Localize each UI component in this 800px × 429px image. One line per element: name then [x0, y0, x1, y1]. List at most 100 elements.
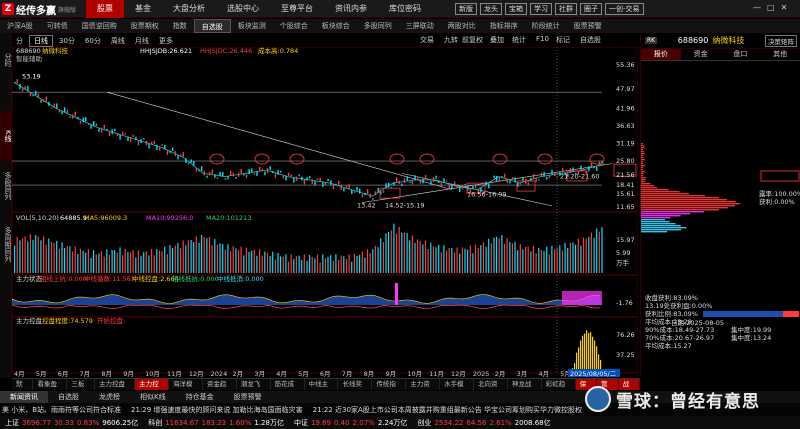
- chart-tool-item[interactable]: F10: [536, 35, 549, 43]
- candle: [198, 169, 200, 172]
- sub-nav-tab[interactable]: 指标排序: [483, 19, 525, 33]
- sub-nav-tab[interactable]: 自选股: [193, 19, 231, 33]
- right-panel-tab[interactable]: 报价: [641, 49, 681, 61]
- index-quote[interactable]: 上证 3696.77 30.33 0.83% 9606.25亿: [0, 418, 143, 428]
- sub-nav-tab[interactable]: 股票期权: [124, 19, 166, 33]
- chart-tool-item[interactable]: 交易: [420, 35, 434, 45]
- chart-tool-item[interactable]: 统计: [512, 35, 526, 45]
- ticker-item[interactable]: 21:29 增强速度最快的顾问来说 加勒比海岛国面临灾害: [131, 405, 303, 415]
- candle: [293, 177, 295, 183]
- top-tool-button[interactable]: 新版: [455, 3, 477, 15]
- sub-nav-tab[interactable]: 板块综合: [315, 19, 357, 33]
- right-panel-tab[interactable]: 其他: [760, 49, 800, 61]
- top-tool-button[interactable]: 龙头: [480, 3, 502, 15]
- top-tool-button[interactable]: 圈子: [580, 3, 602, 15]
- volume-bar: [269, 256, 271, 273]
- indicator-tab[interactable]: 筋花成桶: [271, 379, 305, 399]
- right-panel-tab[interactable]: 盘口: [720, 49, 761, 61]
- indicator-tab[interactable]: 潮龙飞天: [237, 379, 271, 399]
- period-button[interactable]: 日线: [29, 34, 53, 47]
- sub-nav-tab[interactable]: 可转债: [40, 19, 75, 33]
- left-strip-item[interactable]: 多股同列: [0, 161, 12, 211]
- volume-bar: [203, 237, 205, 273]
- indicator-tab[interactable]: 资金趋势: [203, 379, 237, 399]
- indicator-tab[interactable]: 神龙战法: [508, 379, 542, 399]
- indicator-tab[interactable]: 主力资金: [406, 379, 441, 399]
- main-nav-item[interactable]: 至尊平台: [270, 0, 324, 18]
- main-nav-item[interactable]: 大盘分析: [162, 0, 216, 18]
- indicator-tab[interactable]: 主力控盘: [135, 379, 169, 399]
- top-tool-button[interactable]: 宝箱: [505, 3, 527, 15]
- volume-bar: [380, 238, 382, 273]
- kline-chart[interactable]: 688690 纳微科技智能辅助 HHJSJDB:26.621 HHJSJDC:26.4…: [12, 47, 638, 377]
- app-logo[interactable]: Z 经传多赢 旗舰版: [2, 2, 76, 17]
- period-button[interactable]: 更多: [155, 36, 177, 46]
- left-strip-item[interactable]: 分时: [0, 35, 12, 85]
- info-tab[interactable]: 新闻资讯: [0, 391, 48, 403]
- sub-nav-tab[interactable]: 指数: [166, 19, 194, 33]
- right-panel-tab[interactable]: 资金: [680, 49, 721, 61]
- sub-nav-tab[interactable]: 三屏联动: [399, 19, 441, 33]
- decision-matrix-button[interactable]: 决策矩阵: [765, 34, 797, 47]
- close-icon[interactable]: ✕: [781, 3, 788, 12]
- info-tab[interactable]: 自选股: [48, 391, 89, 403]
- volume-bar: [561, 250, 564, 273]
- main-nav-item[interactable]: 选股中心: [216, 0, 270, 18]
- indicator-tab[interactable]: 长线奖入: [338, 379, 373, 399]
- sub-nav-tab[interactable]: 个股综合: [273, 19, 315, 33]
- main-nav-item[interactable]: 基金: [124, 0, 162, 18]
- info-tab[interactable]: 持仓基金: [176, 391, 224, 403]
- period-button[interactable]: 月线: [131, 36, 153, 46]
- chart-tool-item[interactable]: 标记: [556, 35, 570, 45]
- index-label: 中证: [293, 418, 308, 427]
- info-tab[interactable]: 龙虎榜: [89, 391, 130, 403]
- sub-nav-tab[interactable]: 多股同列: [357, 19, 399, 33]
- indicator-tab[interactable]: 看象盈游: [33, 379, 68, 399]
- index-quote[interactable]: 科创 11634.67 183.23 1.60% 1.28万亿: [143, 418, 289, 428]
- period-button[interactable]: 分: [12, 36, 27, 46]
- sub-nav-tab[interactable]: 两股对比: [441, 19, 483, 33]
- chart-tool-item[interactable]: 自选股: [580, 35, 601, 45]
- period-button[interactable]: 30分: [55, 36, 79, 46]
- chart-tool-item[interactable]: 前复权: [462, 35, 483, 45]
- ticker-item[interactable]: 美 小米、B站、雨雨符等公司符合标准: [2, 405, 121, 415]
- indicator-tab[interactable]: 三板斧: [67, 379, 95, 399]
- indicator-tab[interactable]: 彩虹趋势: [542, 379, 576, 399]
- info-tab[interactable]: 股票预警: [224, 391, 272, 403]
- left-strip-item[interactable]: K线: [0, 111, 12, 161]
- chart-tool-item[interactable]: 九转: [444, 35, 458, 45]
- candle: [335, 183, 337, 186]
- main-nav-item[interactable]: 股票: [86, 0, 124, 18]
- volume-bar: [506, 238, 508, 273]
- indicator-tab[interactable]: 海洋模式: [169, 379, 203, 399]
- minimize-icon[interactable]: —: [753, 3, 761, 12]
- main-nav-item[interactable]: 资讯内参: [324, 0, 378, 18]
- top-tool-button[interactable]: 学习: [530, 3, 552, 15]
- sub-nav-tab[interactable]: 沪深A股: [0, 19, 40, 33]
- indicator-tab[interactable]: 默认: [12, 379, 34, 399]
- indicator-tab[interactable]: 主力控盘王: [95, 379, 136, 399]
- top-tool-button[interactable]: 社群: [555, 3, 577, 15]
- left-strip-item[interactable]: 多周期同列: [0, 219, 12, 269]
- sub-nav-tab[interactable]: 板块监测: [231, 19, 273, 33]
- indicator-tab[interactable]: 水手模式: [440, 379, 475, 399]
- top-tool-button[interactable]: 一创-交易: [605, 3, 644, 15]
- indicator-tab[interactable]: 北向资金: [474, 379, 508, 399]
- index-quote[interactable]: 创业 2534.22 64.56 2.61% 2008.68亿: [412, 418, 555, 428]
- sub-nav-tab[interactable]: 股票预警: [567, 19, 609, 33]
- period-button[interactable]: 60分: [81, 36, 105, 46]
- volume-bar: [174, 245, 176, 273]
- maximize-icon[interactable]: □: [767, 3, 775, 12]
- sub-nav-tab[interactable]: 国债逆回购: [75, 19, 124, 33]
- sub-nav-tab[interactable]: 阶段统计: [525, 19, 567, 33]
- info-tab[interactable]: 相似K线: [130, 391, 176, 403]
- main-nav-item[interactable]: 库位密码: [378, 0, 432, 18]
- index-quote[interactable]: 中证 19.69 0.40 2.07% 2.24万亿: [289, 418, 412, 428]
- ticker-item[interactable]: 21:22 近30家A股上市公司本周披露并购重组最新公告 华宝公司筹划购买华力微…: [313, 405, 582, 415]
- indicator-tab[interactable]: 传统指标: [372, 379, 407, 399]
- volume-bar: [266, 252, 269, 273]
- chart-tool-item[interactable]: 叠加: [490, 35, 504, 45]
- period-button[interactable]: 周线: [107, 36, 129, 46]
- volume-bar: [543, 251, 545, 273]
- indicator-tab[interactable]: 中线主力: [305, 379, 339, 399]
